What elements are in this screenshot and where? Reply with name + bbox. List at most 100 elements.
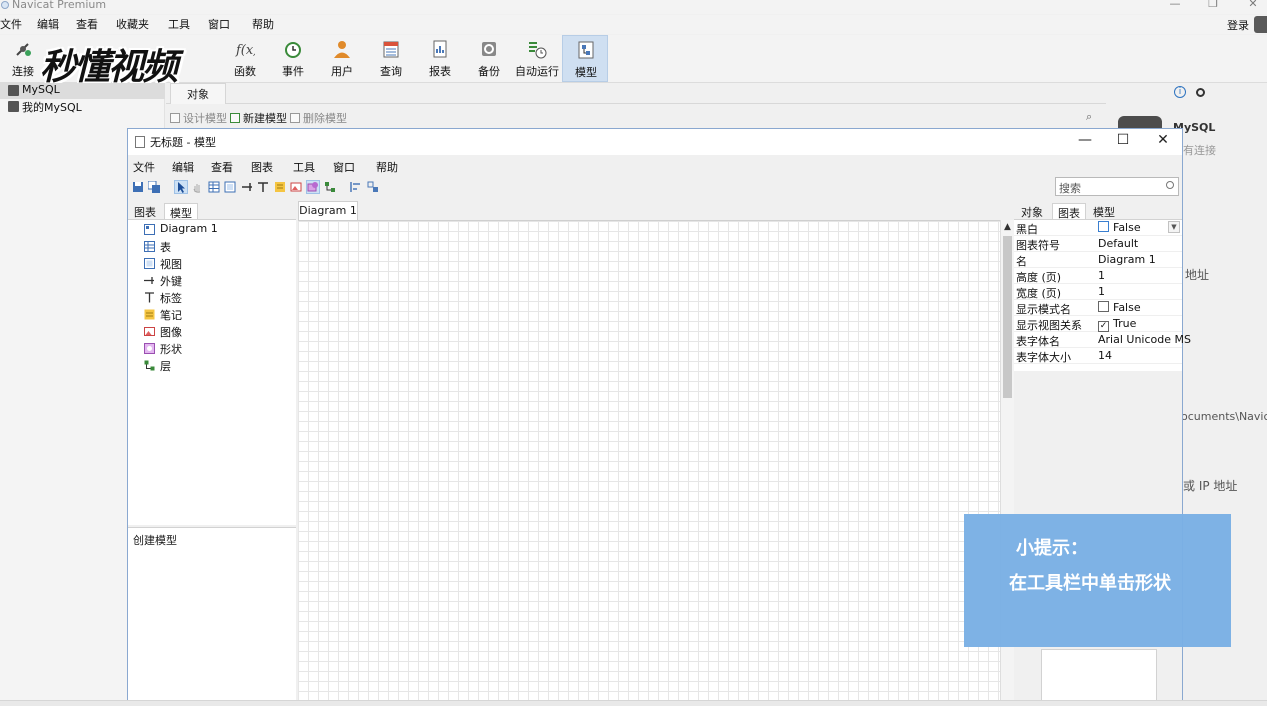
label-tool-icon[interactable] [257, 181, 269, 193]
menu-view[interactable]: 查看 [76, 16, 98, 32]
distribute-icon[interactable] [367, 181, 379, 193]
image-tool-icon[interactable] [290, 181, 302, 193]
prop-key: 显示模式名 [1016, 303, 1071, 316]
eye-icon[interactable] [1196, 88, 1205, 97]
model-button[interactable]: 模型 [562, 35, 608, 82]
label-icon [145, 292, 154, 303]
menu-help[interactable]: 帮助 [252, 16, 274, 32]
prop-row-show-schema[interactable]: 显示模式名 False [1014, 300, 1182, 316]
tree-item-label: 视图 [160, 258, 182, 271]
layer-tool-icon[interactable] [324, 181, 336, 193]
show-view-relations-checkbox[interactable]: ✓ [1098, 321, 1109, 332]
event-button[interactable]: 事件 [270, 35, 316, 82]
menu-view[interactable]: 查看 [211, 159, 233, 175]
design-model-label: 设计模型 [183, 112, 227, 125]
prop-row-name[interactable]: 名 Diagram 1 [1014, 252, 1182, 268]
delete-model-button[interactable]: 删除模型 [290, 110, 347, 126]
prop-row-table-font[interactable]: 表字体名 Arial Unicode MS [1014, 332, 1191, 348]
prop-key: 高度 (页) [1016, 271, 1062, 284]
schedule-button[interactable]: 自动运行 [514, 35, 560, 82]
menu-tools[interactable]: 工具 [293, 159, 315, 175]
menu-window[interactable]: 窗口 [333, 159, 355, 175]
user-button[interactable]: 用户 [319, 35, 365, 82]
maximize-icon[interactable]: ☐ [1108, 132, 1138, 148]
query-button[interactable]: 查询 [368, 35, 414, 82]
close-icon[interactable]: ✕ [1243, 0, 1263, 10]
search-placeholder: 搜索 [1059, 182, 1081, 195]
tab-model[interactable]: 模型 [164, 203, 198, 220]
show-schema-checkbox[interactable] [1098, 301, 1109, 312]
foreign-key-icon [144, 277, 154, 284]
prop-row-notation[interactable]: 图表符号 Default [1014, 236, 1182, 252]
foreign-key-tool-icon[interactable] [241, 181, 253, 193]
main-titlebar: Navicat Premium — ❐ ✕ [0, 0, 1267, 14]
menu-help[interactable]: 帮助 [376, 159, 398, 175]
prop-row-table-font-size[interactable]: 表字体大小 14 [1014, 348, 1182, 364]
prop-value: 1 [1098, 269, 1105, 282]
menu-file[interactable]: 文件 [133, 159, 155, 175]
nav-item-mysql[interactable]: MySQL [0, 83, 165, 99]
search-input[interactable]: 搜索 [1055, 177, 1179, 196]
tab-diagram[interactable]: 图表 [129, 203, 161, 220]
report-button[interactable]: 报表 [417, 35, 463, 82]
shape-tool-icon[interactable] [306, 180, 320, 194]
design-model-button[interactable]: 设计模型 [170, 110, 227, 126]
backup-button[interactable]: 备份 [466, 35, 512, 82]
login-link[interactable]: 登录 [1227, 17, 1249, 33]
black-white-checkbox[interactable] [1098, 221, 1109, 232]
nav-item-my-mysql[interactable]: 我的MySQL [0, 99, 165, 115]
menu-tools[interactable]: 工具 [168, 16, 190, 32]
menu-edit[interactable]: 编辑 [172, 159, 194, 175]
main-menubar: 文件 编辑 查看 收藏夹 工具 窗口 帮助 [0, 15, 1267, 34]
chevron-down-icon[interactable]: ▼ [1168, 221, 1180, 233]
tab-object[interactable]: 对象 [1016, 203, 1048, 220]
save-icon[interactable] [132, 181, 144, 193]
prop-row-height-pages[interactable]: 高度 (页) 1 [1014, 268, 1182, 284]
pointer-tool-icon[interactable] [174, 180, 188, 194]
prop-value: Default [1098, 237, 1139, 250]
save-as-icon[interactable] [148, 181, 160, 193]
align-icon[interactable] [350, 181, 362, 193]
object-actions: 设计模型 新建模型 删除模型 ⌕ [166, 107, 1106, 127]
close-icon[interactable]: ✕ [1148, 132, 1178, 148]
object-search-icon[interactable]: ⌕ [1086, 110, 1092, 124]
tree-item-label: 表 [160, 241, 171, 254]
new-model-button[interactable]: 新建模型 [230, 110, 287, 126]
tree-item-label: 标签 [160, 292, 182, 305]
menu-edit[interactable]: 编辑 [37, 16, 59, 32]
prop-row-show-view-relations[interactable]: 显示视图关系 ✓ True [1014, 316, 1182, 332]
menu-window[interactable]: 窗口 [208, 16, 230, 32]
scrollbar-thumb[interactable] [1003, 236, 1012, 398]
scroll-up-icon[interactable]: ▲ [1004, 222, 1011, 232]
model-menubar: 文件 编辑 查看 图表 工具 窗口 帮助 [128, 156, 1182, 176]
new-model-label: 新建模型 [243, 112, 287, 125]
mysql-connection-icon [8, 101, 19, 112]
tab-diagram-props[interactable]: 图表 [1052, 203, 1086, 220]
minimize-icon[interactable]: — [1070, 132, 1100, 148]
prop-row-width-pages[interactable]: 宽度 (页) 1 [1014, 284, 1182, 300]
restore-icon[interactable]: ❐ [1203, 0, 1223, 10]
menu-favorites[interactable]: 收藏夹 [116, 16, 149, 32]
watermark-logo: 秒懂视频 [40, 34, 240, 88]
prop-row-black-white[interactable]: 黑白 False ▼ [1014, 220, 1182, 236]
tab-diagram-1[interactable]: Diagram 1 [298, 201, 358, 220]
hand-tool-icon[interactable] [191, 181, 203, 193]
minimize-icon[interactable]: — [1165, 0, 1185, 10]
tree-item-label: 层 [160, 360, 171, 373]
menu-file[interactable]: 文件 [0, 16, 22, 32]
tab-model-props[interactable]: 模型 [1088, 203, 1120, 220]
description-panel: 创建模型 [128, 527, 296, 706]
new-table-tool-icon[interactable] [208, 181, 220, 193]
avatar[interactable] [1254, 16, 1267, 33]
note-tool-icon[interactable] [274, 181, 286, 193]
prop-value: False [1098, 301, 1141, 314]
toolbar-label: 事件 [282, 65, 304, 78]
menu-diagram[interactable]: 图表 [251, 159, 273, 175]
shape-icon [144, 343, 155, 354]
tree-item-label: 外键 [160, 275, 182, 288]
diagram-canvas[interactable] [298, 220, 1000, 706]
new-view-tool-icon[interactable] [224, 181, 236, 193]
info-icon[interactable]: i [1174, 86, 1186, 98]
tree-item-label: 图像 [160, 326, 182, 339]
tab-objects[interactable]: 对象 [170, 83, 226, 104]
